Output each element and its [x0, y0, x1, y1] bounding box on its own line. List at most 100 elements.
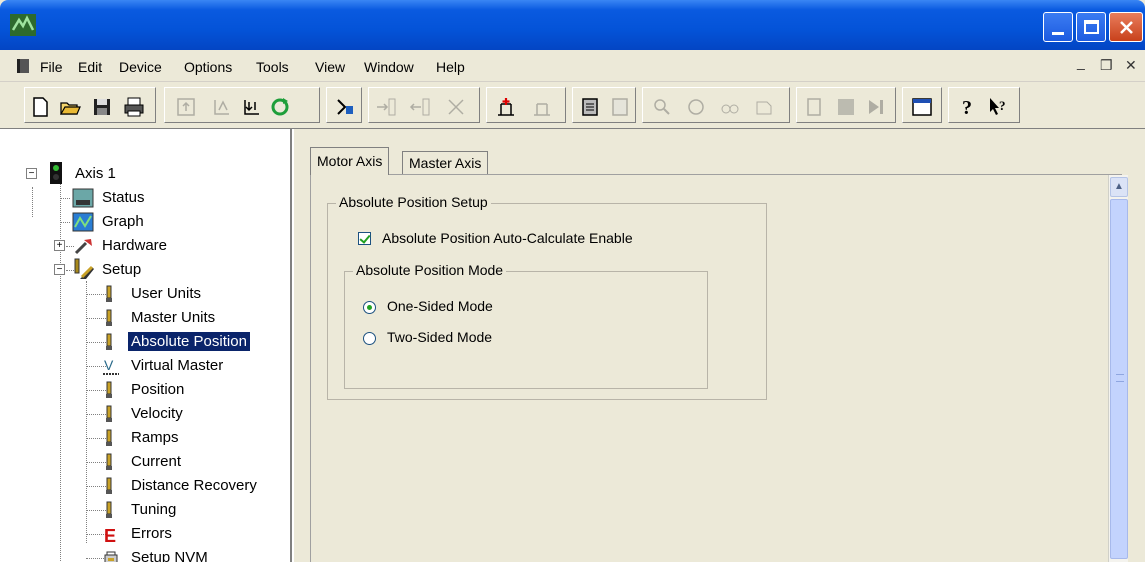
svg-text:?: ? [999, 98, 1006, 113]
menu-edit[interactable]: Edit [78, 59, 102, 75]
toolbar-group-help: ? ? [948, 87, 1020, 123]
document-menu-icon[interactable] [17, 59, 29, 73]
auto-calculate-checkbox[interactable] [358, 232, 371, 245]
view-b-icon[interactable] [719, 96, 741, 118]
view-a-icon[interactable] [685, 96, 707, 118]
toolbar-group-connect [326, 87, 362, 123]
stop-b-icon[interactable] [835, 96, 857, 118]
minimize-button[interactable] [1043, 12, 1073, 42]
tree-item-position[interactable]: Position [128, 379, 187, 401]
tree-item-graph[interactable]: Graph [99, 211, 147, 233]
tree-item-status[interactable]: Status [99, 187, 148, 209]
download-b-icon[interactable] [241, 96, 263, 118]
tree-item-errors[interactable]: Errors [128, 523, 175, 545]
stop-a-icon[interactable] [803, 96, 825, 118]
help-icon[interactable]: ? [957, 96, 979, 118]
expand-axis-icon[interactable]: − [26, 168, 37, 179]
zoom-icon[interactable] [651, 96, 673, 118]
insert-icon[interactable] [409, 96, 431, 118]
menu-bar: File Edit Device Options Tools View Wind… [0, 52, 1145, 82]
tree-item-setup-nvm[interactable]: Setup NVM [128, 547, 211, 562]
tree-item-label: Master Units [131, 309, 216, 326]
toolbar-group-edit [368, 87, 480, 123]
tree-item-master-units[interactable]: Master Units [128, 307, 218, 329]
tree-item-distance-recovery[interactable]: Distance Recovery [128, 475, 260, 497]
scroll-thumb[interactable] [1110, 199, 1128, 559]
expand-hardware-icon[interactable]: + [54, 240, 65, 251]
tree-item-tuning[interactable]: Tuning [128, 499, 179, 521]
param-icon [104, 405, 114, 428]
tree-item-label: Current [131, 453, 182, 470]
menu-help[interactable]: Help [436, 59, 465, 75]
toolbar-group-view [642, 87, 790, 123]
navigation-tree[interactable]: − Axis 1 Status Graph + Hardware − Setup… [0, 129, 292, 562]
toolbar: ? ? [0, 82, 1145, 126]
new-icon[interactable] [29, 96, 51, 118]
tree-root-axis[interactable]: Axis 1 [72, 163, 119, 185]
param-icon [104, 453, 114, 476]
tree-item-current[interactable]: Current [128, 451, 184, 473]
tree-item-label: Distance Recovery [131, 477, 257, 494]
maximize-button[interactable] [1076, 12, 1106, 42]
menu-tools[interactable]: Tools [256, 59, 289, 75]
graph-icon [72, 212, 94, 232]
virtual-master-icon: V [102, 357, 120, 380]
tree-item-user-units[interactable]: User Units [128, 283, 204, 305]
auto-calculate-label[interactable]: Absolute Position Auto-Calculate Enable [382, 230, 633, 246]
upload-icon[interactable] [175, 96, 197, 118]
param-icon [104, 333, 114, 356]
add-item-icon[interactable] [495, 96, 517, 118]
toolbar-group-file [24, 87, 156, 123]
doc-minimize-icon[interactable]: _ [1077, 54, 1085, 70]
print-icon[interactable] [123, 96, 145, 118]
remove-item-icon[interactable] [531, 96, 553, 118]
scroll-up-icon[interactable]: ▲ [1110, 177, 1128, 197]
tree-item-virtual-master[interactable]: Virtual Master [128, 355, 226, 377]
tree-item-label: Setup NVM [131, 549, 208, 562]
menu-window[interactable]: Window [364, 59, 414, 75]
close-button[interactable] [1109, 12, 1143, 42]
tree-item-label: Position [131, 381, 185, 398]
absolute-position-setup-group: Absolute Position Setup Absolute Positio… [327, 194, 767, 400]
tree-item-velocity[interactable]: Velocity [128, 403, 186, 425]
vertical-scrollbar[interactable]: ▲ [1108, 175, 1128, 562]
menu-options[interactable]: Options [184, 59, 232, 75]
title-bar[interactable] [0, 0, 1145, 50]
status-icon [72, 188, 94, 208]
delete-icon[interactable] [445, 96, 467, 118]
two-sided-radio[interactable] [363, 332, 376, 345]
add-row-icon[interactable] [375, 96, 397, 118]
doc-restore-icon[interactable]: ❒ [1100, 57, 1113, 74]
menu-file[interactable]: File [40, 59, 63, 75]
refresh-icon[interactable] [269, 96, 291, 118]
window-icon[interactable] [911, 96, 933, 118]
menu-device[interactable]: Device [119, 59, 162, 75]
save-icon[interactable] [91, 96, 113, 118]
tree-item-hardware[interactable]: Hardware [99, 235, 170, 257]
expand-setup-icon[interactable]: − [54, 264, 65, 275]
one-sided-radio[interactable] [363, 301, 376, 314]
connect-icon[interactable] [333, 96, 355, 118]
tree-item-label: Virtual Master [131, 357, 224, 374]
doc-close-icon[interactable]: ✕ [1125, 57, 1137, 74]
document-icon[interactable] [579, 96, 601, 118]
tab-motor-axis[interactable]: Motor Axis [310, 147, 390, 175]
two-sided-label[interactable]: Two-Sided Mode [387, 329, 492, 345]
context-help-icon[interactable]: ? [987, 96, 1009, 118]
menu-view[interactable]: View [315, 59, 345, 75]
document-b-icon[interactable] [609, 96, 631, 118]
view-c-icon[interactable] [753, 96, 775, 118]
play-icon[interactable] [865, 96, 887, 118]
one-sided-label[interactable]: One-Sided Mode [387, 298, 493, 314]
tree-item-setup[interactable]: Setup [99, 259, 144, 281]
tab-master-axis[interactable]: Master Axis [402, 151, 489, 175]
param-icon [104, 477, 114, 500]
nvm-icon [102, 549, 120, 562]
tree-item-ramps[interactable]: Ramps [128, 427, 182, 449]
open-icon[interactable] [59, 96, 81, 118]
param-icon [104, 309, 114, 332]
tree-item-absolute-position[interactable]: Absolute Position [128, 331, 250, 353]
download-a-icon[interactable] [211, 96, 233, 118]
toolbar-group-motion [796, 87, 896, 123]
tab-panel: Absolute Position Setup Absolute Positio… [310, 174, 1122, 562]
